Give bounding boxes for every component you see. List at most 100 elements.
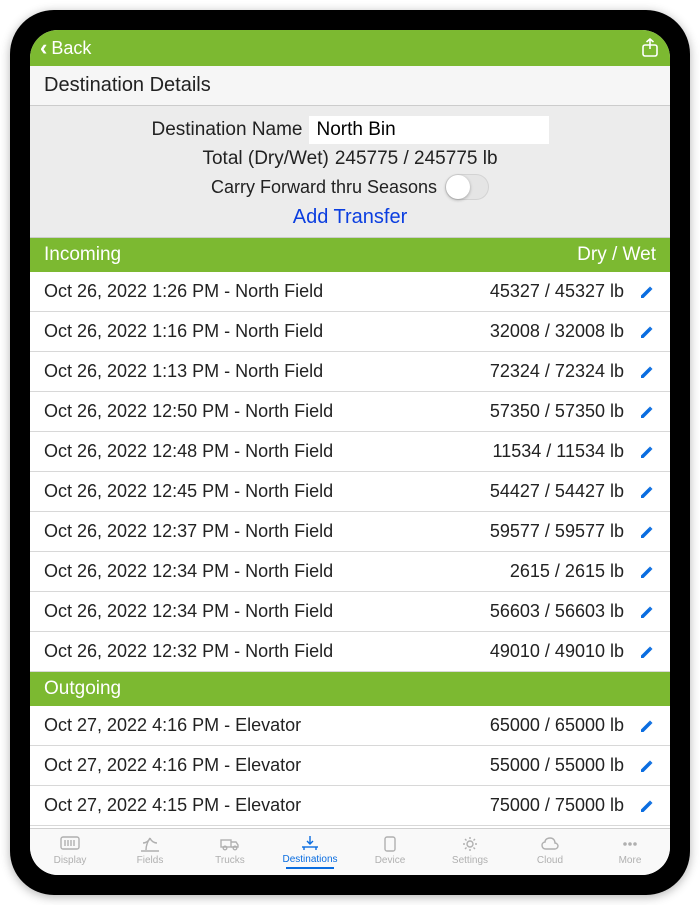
tab-fields[interactable]: Fields <box>114 834 186 869</box>
table-row: Oct 26, 2022 1:26 PM - North Field45327 … <box>30 272 670 312</box>
row-description: Oct 26, 2022 12:37 PM - North Field <box>44 521 490 542</box>
pencil-icon <box>639 758 655 774</box>
tab-label: Settings <box>452 855 488 866</box>
row-description: Oct 27, 2022 4:16 PM - Elevator <box>44 715 490 736</box>
pencil-icon <box>639 718 655 734</box>
dry-wet-col-label: Dry / Wet <box>577 244 656 266</box>
pencil-icon <box>639 798 655 814</box>
table-row: Oct 26, 2022 1:13 PM - North Field72324 … <box>30 352 670 392</box>
navbar: ‹ Back <box>30 30 670 66</box>
pencil-icon <box>639 284 655 300</box>
row-value: 56603 / 56603 lb <box>490 601 624 622</box>
back-label: Back <box>51 38 91 59</box>
edit-button[interactable] <box>638 797 656 815</box>
row-description: Oct 26, 2022 12:34 PM - North Field <box>44 561 510 582</box>
edit-button[interactable] <box>638 717 656 735</box>
tab-label: Trucks <box>215 855 245 866</box>
pencil-icon <box>639 364 655 380</box>
row-value: 11534 / 11534 lb <box>493 441 624 462</box>
edit-button[interactable] <box>638 323 656 341</box>
tab-trucks[interactable]: Trucks <box>194 834 266 869</box>
tab-label: Destinations <box>282 854 337 865</box>
details-block: Destination Name Total (Dry/Wet) 245775 … <box>30 106 670 238</box>
row-description: Oct 26, 2022 1:16 PM - North Field <box>44 321 490 342</box>
destination-name-input[interactable] <box>309 116 549 144</box>
row-description: Oct 27, 2022 4:15 PM - Elevator <box>44 795 490 816</box>
outgoing-label: Outgoing <box>44 678 121 700</box>
tab-settings[interactable]: Settings <box>434 834 506 869</box>
tab-device[interactable]: Device <box>354 834 426 869</box>
row-description: Oct 26, 2022 12:50 PM - North Field <box>44 401 490 422</box>
edit-button[interactable] <box>638 643 656 661</box>
edit-button[interactable] <box>638 757 656 775</box>
display-icon <box>59 834 81 854</box>
row-value: 55000 / 55000 lb <box>490 755 624 776</box>
back-button[interactable]: ‹ Back <box>40 37 91 59</box>
table-row: Oct 26, 2022 12:37 PM - North Field59577… <box>30 512 670 552</box>
pencil-icon <box>639 444 655 460</box>
row-description: Oct 26, 2022 12:32 PM - North Field <box>44 641 490 662</box>
row-description: Oct 26, 2022 1:13 PM - North Field <box>44 361 490 382</box>
settings-icon <box>459 834 481 854</box>
tab-label: Fields <box>137 855 164 866</box>
outgoing-header: Outgoing <box>30 672 670 706</box>
row-value: 54427 / 54427 lb <box>490 481 624 502</box>
content-scroll[interactable]: Incoming Dry / Wet Oct 26, 2022 1:26 PM … <box>30 238 670 828</box>
total-value: 245775 / 245775 lb <box>335 148 498 170</box>
table-row: Oct 27, 2022 4:16 PM - Elevator55000 / 5… <box>30 746 670 786</box>
cloud-icon <box>539 834 561 854</box>
pencil-icon <box>639 324 655 340</box>
row-value: 75000 / 75000 lb <box>490 795 624 816</box>
pencil-icon <box>639 604 655 620</box>
table-row: Oct 26, 2022 12:48 PM - North Field11534… <box>30 432 670 472</box>
table-row: Oct 26, 2022 12:34 PM - North Field2615 … <box>30 552 670 592</box>
pencil-icon <box>639 404 655 420</box>
share-button[interactable] <box>640 38 660 58</box>
row-value: 45327 / 45327 lb <box>490 281 624 302</box>
table-row: Oct 26, 2022 12:50 PM - North Field57350… <box>30 392 670 432</box>
pencil-icon <box>639 564 655 580</box>
trucks-icon <box>219 834 241 854</box>
more-icon <box>619 834 641 854</box>
page-title: Destination Details <box>30 66 670 106</box>
tab-bar: Display Fields Trucks Destinations Device Set… <box>30 828 670 875</box>
edit-button[interactable] <box>638 363 656 381</box>
tab-label: More <box>619 855 642 866</box>
tab-label: Cloud <box>537 855 563 866</box>
destinations-icon <box>299 833 321 853</box>
add-transfer-link[interactable]: Add Transfer <box>50 206 650 229</box>
table-row: Oct 26, 2022 1:16 PM - North Field32008 … <box>30 312 670 352</box>
chevron-left-icon: ‹ <box>40 37 47 59</box>
row-value: 65000 / 65000 lb <box>490 715 624 736</box>
tab-destinations[interactable]: Destinations <box>274 833 346 869</box>
pencil-icon <box>639 484 655 500</box>
row-description: Oct 26, 2022 12:48 PM - North Field <box>44 441 493 462</box>
edit-button[interactable] <box>638 403 656 421</box>
tab-more[interactable]: More <box>594 834 666 869</box>
row-value: 2615 / 2615 lb <box>510 561 624 582</box>
edit-button[interactable] <box>638 603 656 621</box>
pencil-icon <box>639 524 655 540</box>
pencil-icon <box>639 644 655 660</box>
row-value: 57350 / 57350 lb <box>490 401 624 422</box>
total-label: Total (Dry/Wet) <box>202 148 328 170</box>
edit-button[interactable] <box>638 563 656 581</box>
edit-button[interactable] <box>638 283 656 301</box>
tab-display[interactable]: Display <box>34 834 106 869</box>
row-value: 49010 / 49010 lb <box>490 641 624 662</box>
row-description: Oct 27, 2022 4:16 PM - Elevator <box>44 755 490 776</box>
table-row: Oct 27, 2022 4:15 PM - Elevator75000 / 7… <box>30 786 670 826</box>
row-value: 59577 / 59577 lb <box>490 521 624 542</box>
destination-name-label: Destination Name <box>151 119 302 141</box>
row-value: 72324 / 72324 lb <box>490 361 624 382</box>
incoming-header: Incoming Dry / Wet <box>30 238 670 272</box>
tab-cloud[interactable]: Cloud <box>514 834 586 869</box>
edit-button[interactable] <box>638 523 656 541</box>
incoming-label: Incoming <box>44 244 121 266</box>
edit-button[interactable] <box>638 443 656 461</box>
fields-icon <box>139 834 161 854</box>
carry-forward-toggle[interactable] <box>445 174 489 200</box>
edit-button[interactable] <box>638 483 656 501</box>
row-description: Oct 26, 2022 1:26 PM - North Field <box>44 281 490 302</box>
table-row: Oct 26, 2022 12:45 PM - North Field54427… <box>30 472 670 512</box>
